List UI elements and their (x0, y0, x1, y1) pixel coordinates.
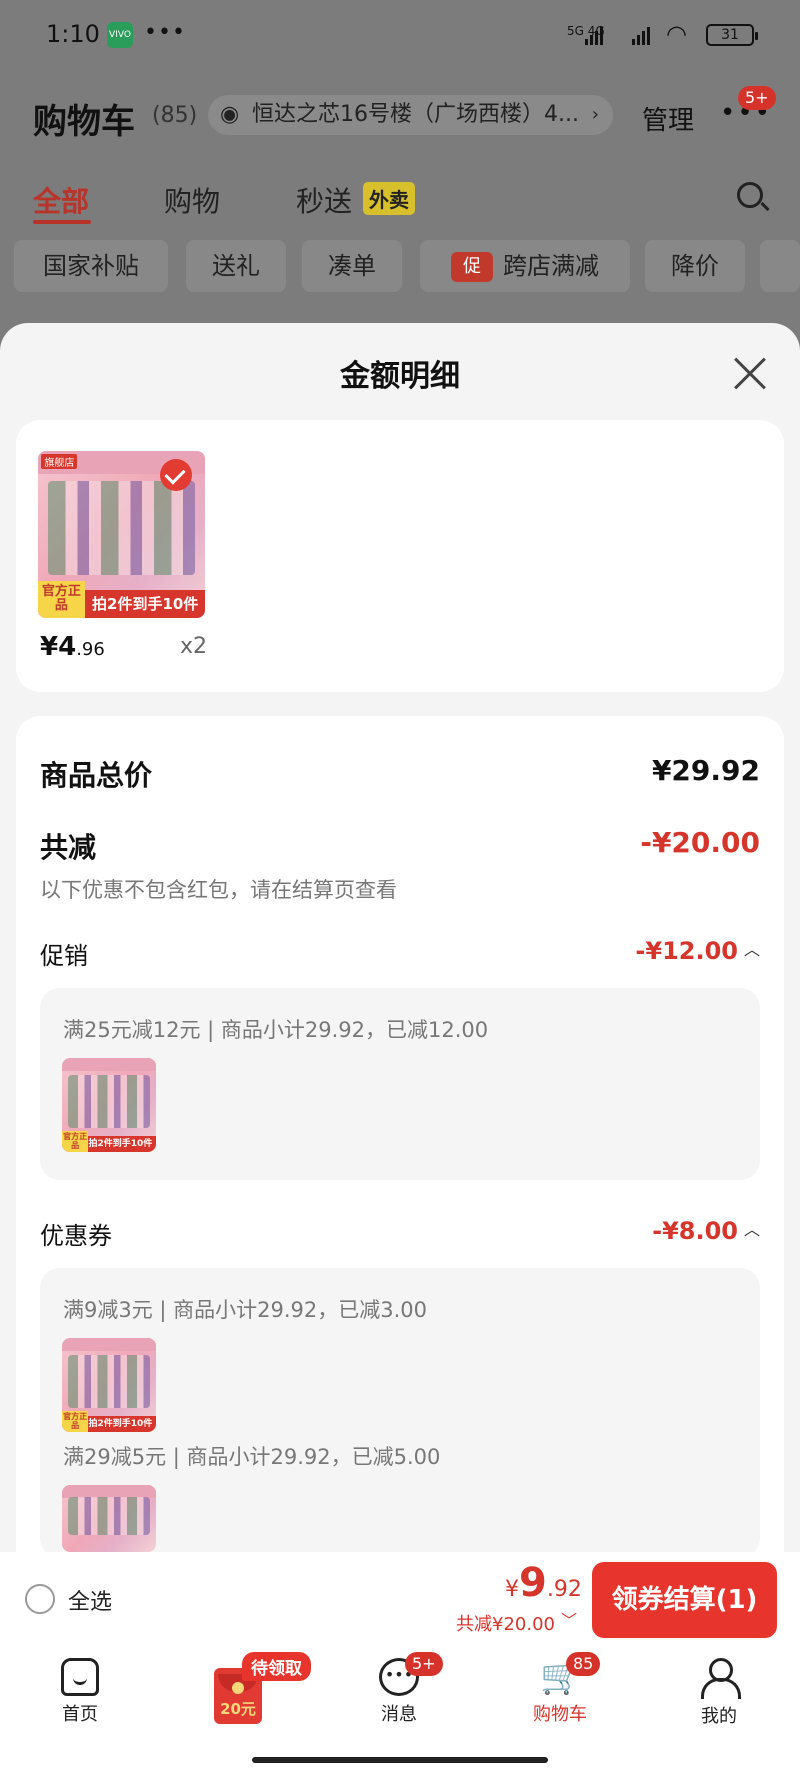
chip-label: 国家补贴 (43, 252, 139, 280)
checkout-total: ¥9.92 (505, 1560, 582, 1606)
chevron-down-icon: ﹀ (560, 1611, 577, 1630)
select-all-label[interactable]: 全选 (68, 1584, 112, 1616)
nav-label: 我的 (701, 1706, 737, 1727)
coupon-detail-text: 满29减5元 | 商品小计29.92，已减5.00 (63, 1445, 441, 1469)
reduce-label: 共减 (40, 831, 97, 864)
signal-icon-2 (632, 26, 652, 45)
chip-label: 凑单 (328, 252, 376, 280)
wifi-icon: ◠ (666, 20, 687, 48)
coupon-product-thumbnail[interactable]: 拍2件到手10件 官方正品 (62, 1338, 156, 1432)
search-icon[interactable] (737, 182, 763, 208)
app-notification-icon: VIVO (107, 22, 133, 48)
address-selector[interactable]: ◉ 恒达之芯16号楼（广场西楼）4... › (208, 95, 613, 135)
chip-label: 跨店满减 (503, 252, 599, 280)
checkout-button[interactable]: 领券结算(1) (592, 1562, 777, 1638)
eye-icon: ◉ (220, 102, 240, 127)
promotion-label: 促销 (40, 942, 88, 970)
product-quantity: x2 (180, 634, 208, 659)
address-text: 恒达之芯16号楼（广场西楼）4... (252, 102, 579, 127)
coupon-value: -¥8.00 (652, 1217, 738, 1245)
chip-gift[interactable]: 送礼 (186, 240, 286, 292)
tab-instant-delivery[interactable]: 秒送 (296, 180, 352, 220)
chevron-up-icon: ︿ (743, 1220, 760, 1239)
promotion-toggle[interactable]: -¥12.00 ︿ (635, 936, 760, 965)
saving-text: 共减¥20.00 (456, 1614, 555, 1635)
coupon-product-thumbnail[interactable] (62, 1485, 156, 1552)
signal-icon (585, 26, 605, 45)
message-badge: 5+ (405, 1652, 443, 1676)
currency-symbol: ¥ (505, 1577, 519, 1602)
promotion-product-thumbnail[interactable]: 拍2件到手10件 官方正品 (62, 1058, 156, 1152)
nav-label: 消息 (381, 1704, 417, 1725)
total-label: 商品总价 (40, 759, 153, 792)
discount-note: 以下优惠不包含红包，请在结算页查看 (40, 878, 397, 902)
status-time: 1:10 (46, 20, 100, 48)
select-all-radio[interactable] (25, 1584, 55, 1614)
chip-combine-order[interactable]: 凑单 (302, 240, 402, 292)
tab-indicator (33, 220, 91, 224)
claim-badge: 待领取 (242, 1652, 311, 1681)
sheet-title: 金额明细 (340, 359, 460, 394)
thumb-official-badge: 官方正品 (38, 581, 85, 618)
status-bar: 1:10 VIVO ••• 5G 4G ◠ 31 (0, 0, 800, 70)
coupon-detail-text: 满9减3元 | 商品小计29.92，已减3.00 (63, 1298, 428, 1322)
chip-label: 送礼 (212, 252, 260, 280)
nav-home[interactable]: 首页 (20, 1658, 140, 1726)
coupon-label: 优惠券 (40, 1222, 112, 1250)
thumb-official-badge: 官方正品 (62, 1131, 89, 1152)
manage-button[interactable]: 管理 (642, 100, 694, 137)
promotion-value: -¥12.00 (635, 937, 738, 965)
reduce-value: -¥20.00 (640, 826, 760, 859)
nav-me[interactable]: 我的 (659, 1658, 779, 1728)
saving-toggle[interactable]: 共减¥20.00 ﹀ (456, 1607, 577, 1636)
coupon-toggle[interactable]: -¥8.00 ︿ (652, 1216, 760, 1245)
chip-label: 降价 (671, 252, 719, 280)
product-price: ¥4.96 (40, 632, 105, 662)
more-notifications-icon: ••• (144, 20, 186, 45)
close-icon[interactable] (732, 355, 768, 391)
more-badge: 5+ (738, 86, 776, 110)
battery-icon: 31 (706, 24, 758, 46)
total-decimal: .92 (546, 1577, 582, 1602)
chip-cross-store-discount[interactable]: 促跨店满减 (420, 240, 630, 292)
nav-cart[interactable]: 🛒 购物车 (500, 1658, 620, 1726)
chevron-up-icon: ︿ (743, 940, 760, 959)
cart-badge: 85 (566, 1652, 601, 1676)
price-decimal: .96 (76, 639, 105, 660)
chip-price-drop[interactable]: 降价 (645, 240, 745, 292)
chip-national-subsidy[interactable]: 国家补贴 (14, 240, 168, 292)
thumb-official-badge: 官方正品 (62, 1411, 89, 1432)
chip-overflow[interactable] (760, 240, 800, 292)
total-value: ¥29.92 (651, 754, 760, 787)
thumb-store-tag: 旗舰店 (41, 454, 78, 470)
chevron-right-icon: › (591, 104, 599, 125)
total-integer: 9 (519, 1560, 547, 1606)
price-integer: ¥4 (40, 632, 77, 662)
nav-label: 购物车 (533, 1704, 587, 1725)
home-icon (61, 1658, 99, 1696)
envelope-amount: 20元 (220, 1700, 256, 1718)
page-title: 购物车 (33, 102, 135, 142)
home-indicator (252, 1757, 548, 1763)
waimai-tag: 外卖 (363, 182, 415, 215)
selected-check-icon[interactable] (160, 459, 192, 491)
tab-shopping[interactable]: 购物 (164, 180, 220, 220)
promotion-detail-text: 满25元减12元 | 商品小计29.92，已减12.00 (63, 1018, 489, 1042)
cart-count: (85) (152, 103, 198, 128)
promo-icon: 促 (451, 252, 493, 282)
profile-icon (699, 1658, 741, 1699)
nav-label: 首页 (62, 1704, 98, 1725)
tab-all[interactable]: 全部 (33, 180, 89, 220)
